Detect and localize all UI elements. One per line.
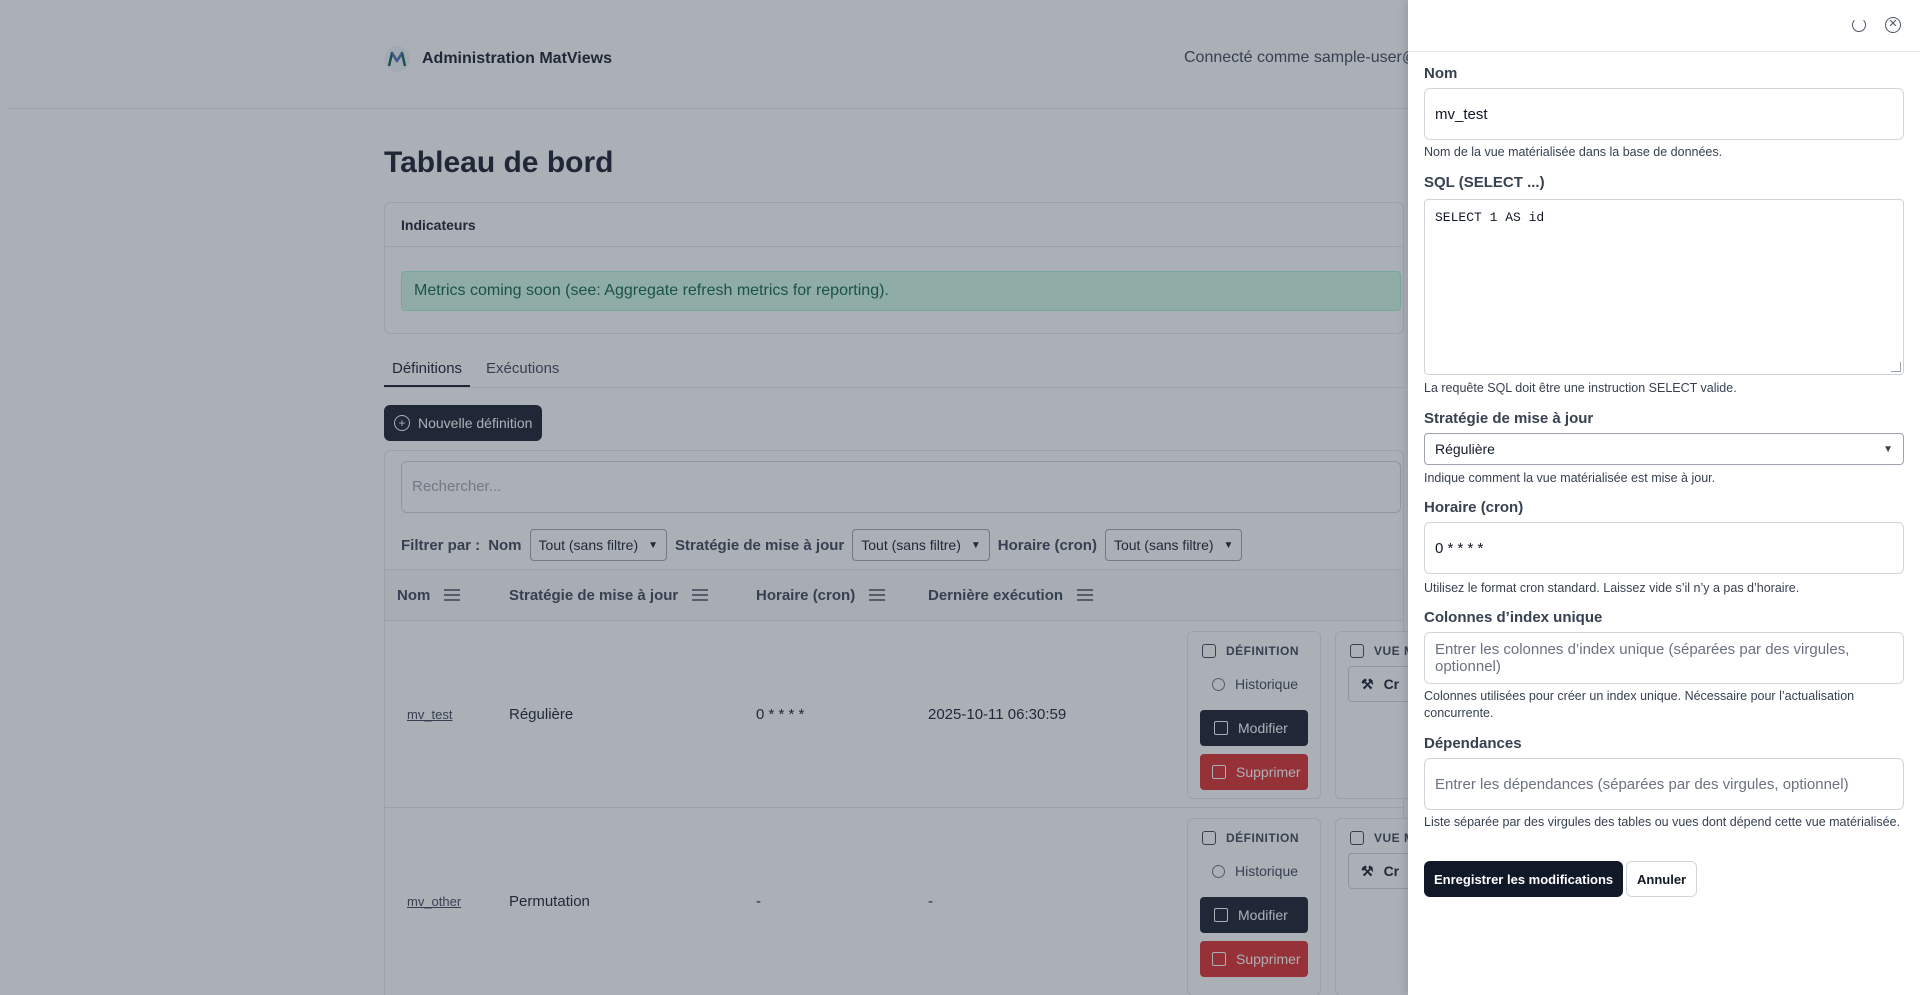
strategy-select[interactable]: Régulière ▼	[1424, 433, 1904, 465]
strategy-help: Indique comment la vue matérialisée est …	[1424, 471, 1716, 485]
strategy-value: Régulière	[1435, 441, 1495, 457]
name-input[interactable]: mv_test	[1424, 88, 1904, 140]
cancel-button[interactable]: Annuler	[1626, 861, 1698, 897]
sql-textarea[interactable]: SELECT 1 AS id	[1424, 199, 1904, 375]
cron-help: Utilisez le format cron standard. Laisse…	[1424, 581, 1800, 595]
unique-index-label: Colonnes d’index unique	[1424, 609, 1603, 626]
refresh-button[interactable]	[1850, 16, 1868, 34]
close-icon: ✕	[1885, 17, 1901, 33]
unique-index-input[interactable]: Entrer les colonnes d’index unique (sépa…	[1424, 632, 1904, 684]
save-button[interactable]: Enregistrer les modifications	[1424, 861, 1624, 897]
edit-definition-drawer: ✕ Nom mv_test Nom de la vue matérialisée…	[1408, 0, 1920, 995]
sql-help: La requête SQL doit être une instruction…	[1424, 381, 1737, 395]
resize-grip-icon[interactable]	[1891, 362, 1901, 372]
dependencies-help: Liste séparée par des virgules des table…	[1424, 815, 1900, 829]
sql-value: SELECT 1 AS id	[1435, 210, 1545, 225]
name-help: Nom de la vue matérialisée dans la base …	[1424, 145, 1723, 159]
strategy-label: Stratégie de mise à jour	[1424, 410, 1594, 427]
chevron-down-icon: ▼	[1883, 443, 1893, 455]
sql-label: SQL (SELECT ...)	[1424, 174, 1545, 191]
cron-label: Horaire (cron)	[1424, 499, 1524, 516]
cron-input[interactable]: 0 * * * *	[1424, 522, 1904, 574]
close-button[interactable]: ✕	[1884, 16, 1902, 34]
name-label: Nom	[1424, 65, 1458, 82]
unique-index-help: Colonnes utilisées pour créer un index u…	[1424, 689, 1855, 720]
dependencies-label: Dépendances	[1424, 735, 1522, 752]
refresh-icon	[1852, 18, 1866, 32]
dependencies-input[interactable]: Entrer les dépendances (séparées par des…	[1424, 758, 1904, 810]
drawer-toolbar: ✕	[1408, 0, 1920, 52]
